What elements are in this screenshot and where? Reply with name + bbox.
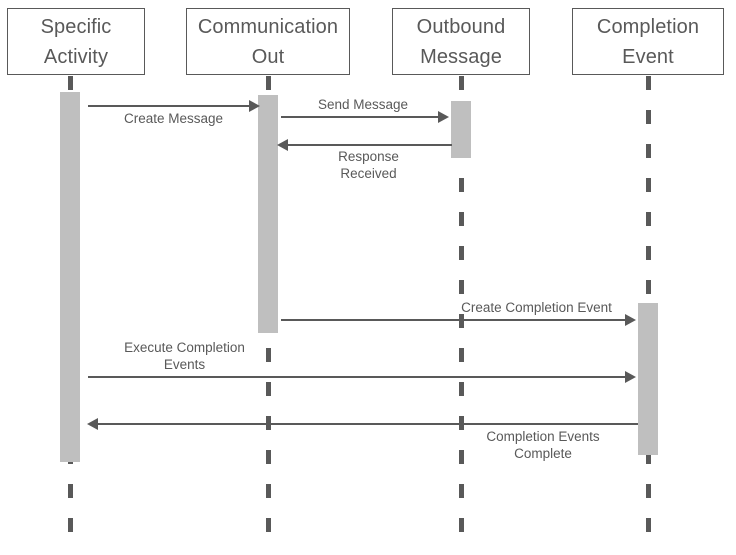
- activation-specific-activity[interactable]: [60, 92, 80, 462]
- message-line-execute-completion-events[interactable]: [88, 376, 627, 378]
- activation-communication-out[interactable]: [258, 95, 278, 333]
- message-line-response-received[interactable]: [287, 144, 452, 146]
- lifeline-label-specific-activity: Specific Activity: [40, 15, 112, 68]
- arrowhead-completion-events-complete: [87, 418, 98, 430]
- arrowhead-execute-completion-events: [625, 371, 636, 383]
- lifeline-label-communication-out: Communication Out: [197, 15, 339, 68]
- message-label-completion-events-complete: Completion Events Complete: [486, 429, 600, 461]
- activation-completion-event[interactable]: [638, 303, 658, 455]
- lifeline-header-outbound-message[interactable]: Outbound Message: [392, 8, 530, 75]
- lifeline-label-completion-event: Completion Event: [596, 15, 700, 68]
- message-label-send-message: Send Message: [317, 97, 409, 112]
- message-line-create-message[interactable]: [88, 105, 255, 107]
- message-line-create-completion-event[interactable]: [281, 319, 627, 321]
- message-label-create-completion-event: Create Completion Event: [461, 300, 612, 315]
- message-label-create-message: Create Message: [123, 111, 224, 126]
- lifeline-header-completion-event[interactable]: Completion Event: [572, 8, 724, 75]
- message-label-response-received: Response Received: [338, 149, 399, 181]
- message-line-send-message[interactable]: [281, 116, 440, 118]
- sequence-diagram: Specific Activity Communication Out Outb…: [0, 0, 736, 555]
- lifeline-header-communication-out[interactable]: Communication Out: [186, 8, 350, 75]
- message-line-completion-events-complete[interactable]: [98, 423, 638, 425]
- message-label-execute-completion-events: Execute Completion Events: [124, 340, 245, 372]
- lifeline-header-specific-activity[interactable]: Specific Activity: [7, 8, 145, 75]
- lifeline-label-outbound-message: Outbound Message: [416, 15, 506, 68]
- activation-outbound-message[interactable]: [451, 101, 471, 158]
